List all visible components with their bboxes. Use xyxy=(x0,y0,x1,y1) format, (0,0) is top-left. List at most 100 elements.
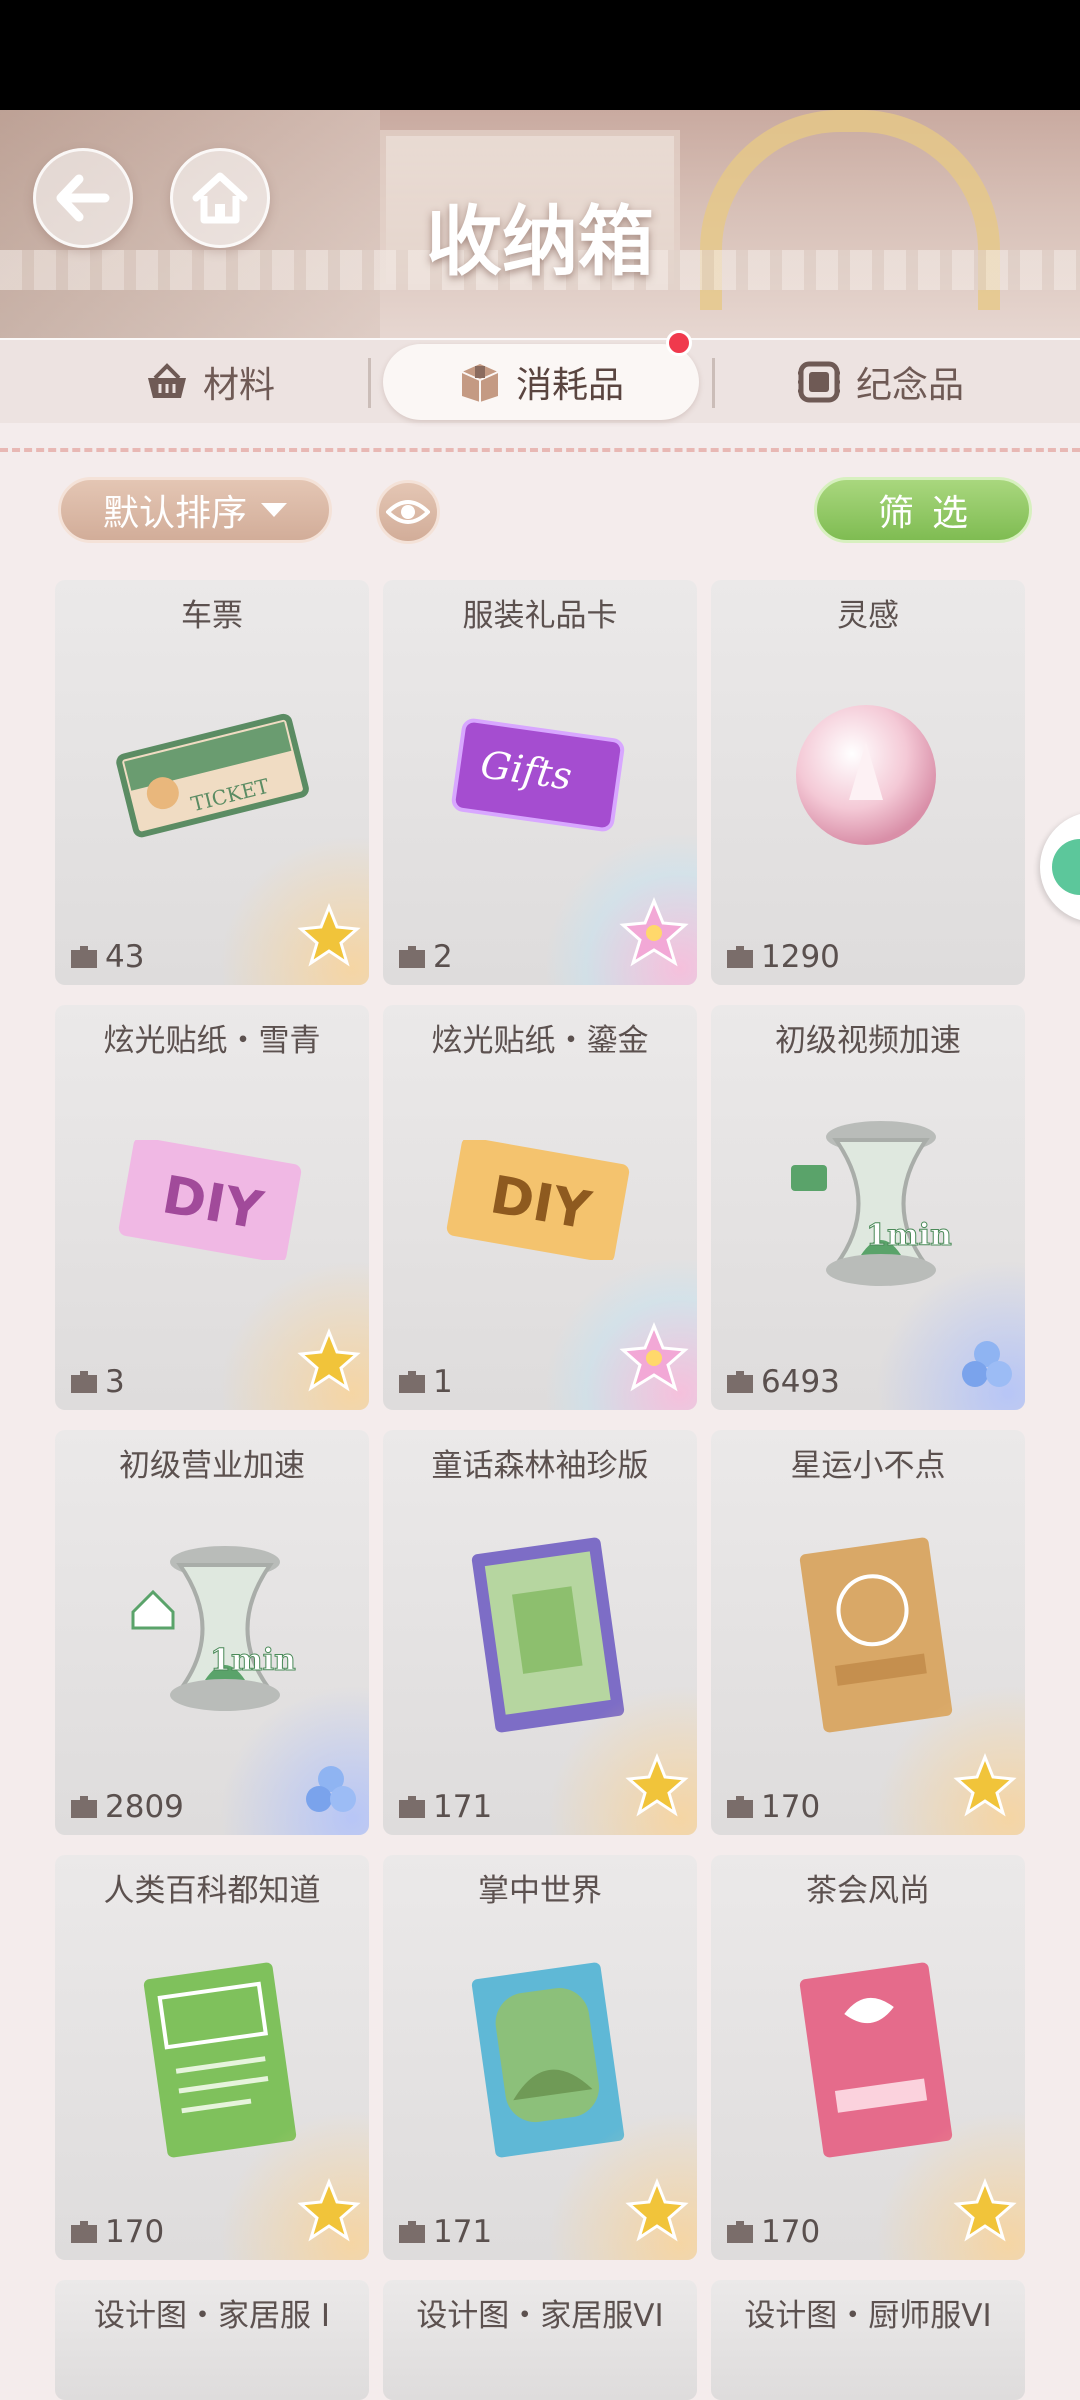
item-card[interactable]: 掌中世界 171 xyxy=(383,1855,697,2260)
chevron-down-icon xyxy=(261,503,287,517)
item-count: 170 xyxy=(725,1789,820,1825)
box-count-icon xyxy=(399,2221,425,2243)
gift-card-icon: Gifts xyxy=(451,718,625,832)
divider xyxy=(368,358,371,408)
item-name: 设计图・家居服VI xyxy=(416,2298,664,2334)
back-arrow-icon xyxy=(56,174,110,222)
item-card[interactable]: 设计图・家居服 I xyxy=(55,2280,369,2400)
box-count-icon xyxy=(399,946,425,968)
side-drawer-handle[interactable] xyxy=(1040,812,1080,922)
blue-gem-icon xyxy=(962,1341,1012,1387)
item-name: 灵感 xyxy=(837,598,899,634)
item-card[interactable]: 服装礼品卡 Gifts 2 xyxy=(383,580,697,985)
item-name: 星运小不点 xyxy=(790,1448,946,1484)
item-card[interactable]: 茶会风尚 170 xyxy=(711,1855,1025,2260)
item-count: 171 xyxy=(397,1789,492,1825)
box-count-icon xyxy=(727,946,753,968)
eye-icon xyxy=(386,500,430,524)
item-name: 炫光贴纸・雪青 xyxy=(103,1023,321,1059)
rainbow-star-icon xyxy=(619,897,689,967)
box-count-icon xyxy=(727,1371,753,1393)
item-card[interactable]: 设计图・家居服VI xyxy=(383,2280,697,2400)
box-count-icon xyxy=(399,1796,425,1818)
gold-star-icon xyxy=(953,1753,1017,1817)
ticket-icon: TICKET xyxy=(116,713,309,838)
item-card[interactable]: 车票 TICKET 43 xyxy=(55,580,369,985)
visibility-toggle[interactable] xyxy=(376,480,440,544)
item-count: 170 xyxy=(69,2214,164,2250)
item-name: 人类百科都知道 xyxy=(103,1873,321,1909)
time-label: 1min xyxy=(866,1218,952,1253)
tab-materials[interactable]: 材料 xyxy=(80,344,340,420)
item-name: 车票 xyxy=(181,598,243,634)
gold-star-icon xyxy=(953,2178,1017,2242)
box-count-icon xyxy=(71,946,97,968)
diy-sticker-icon: DIY xyxy=(446,1140,630,1260)
gold-star-icon xyxy=(625,1753,689,1817)
box-count-icon xyxy=(727,1796,753,1818)
item-card[interactable]: 初级视频加速 1min 6493 xyxy=(711,1005,1025,1410)
item-name: 掌中世界 xyxy=(478,1873,602,1909)
tab-souvenirs[interactable]: 纪念品 xyxy=(760,344,1000,420)
item-card[interactable]: 初级营业加速 1min 2809 xyxy=(55,1430,369,1835)
basket-icon xyxy=(147,363,186,398)
item-name: 初级视频加速 xyxy=(775,1023,961,1059)
badge-icon xyxy=(797,361,840,403)
item-count: 1290 xyxy=(725,939,840,975)
item-name: 初级营业加速 xyxy=(119,1448,305,1484)
box-count-icon xyxy=(71,1371,97,1393)
sort-dropdown[interactable]: 默认排序 xyxy=(58,477,332,543)
item-count: 170 xyxy=(725,2214,820,2250)
blue-gem-icon xyxy=(306,1766,356,1812)
filter-label: 筛选 xyxy=(877,493,986,534)
item-count: 3 xyxy=(69,1364,125,1400)
gold-star-icon xyxy=(297,1328,361,1392)
gold-star-icon xyxy=(297,2178,361,2242)
home-icon xyxy=(192,172,248,224)
tab-label: 材料 xyxy=(202,365,275,406)
item-name: 茶会风尚 xyxy=(806,1873,930,1909)
page-title: 收纳箱 xyxy=(426,197,654,286)
box-count-icon xyxy=(71,2221,97,2243)
category-tabbar: 材料 消耗品 纪念品 xyxy=(0,338,1080,423)
item-card[interactable]: 星运小不点 170 xyxy=(711,1430,1025,1835)
item-count: 1 xyxy=(397,1364,453,1400)
status-bar xyxy=(0,0,1080,110)
home-button[interactable] xyxy=(170,148,270,248)
item-count: 43 xyxy=(69,939,144,975)
item-name: 设计图・家居服 I xyxy=(94,2298,330,2334)
box-count-icon xyxy=(727,2221,753,2243)
item-card[interactable]: 人类百科都知道 170 xyxy=(55,1855,369,2260)
item-card[interactable]: 炫光贴纸・鎏金 DIY 1 xyxy=(383,1005,697,1410)
item-count: 2809 xyxy=(69,1789,184,1825)
tab-consumables[interactable]: 消耗品 xyxy=(383,344,699,420)
item-name: 童话森林袖珍版 xyxy=(431,1448,649,1484)
chat-icon xyxy=(1052,839,1080,895)
time-label: 1min xyxy=(210,1643,296,1678)
gold-star-icon xyxy=(297,903,361,967)
notification-dot xyxy=(666,330,692,356)
divider xyxy=(712,358,715,408)
item-count: 2 xyxy=(397,939,453,975)
box-count-icon xyxy=(399,1371,425,1393)
item-name: 服装礼品卡 xyxy=(462,598,618,634)
dashed-divider xyxy=(0,448,1080,452)
gold-star-icon xyxy=(625,2178,689,2242)
box-count-icon xyxy=(71,1796,97,1818)
back-button[interactable] xyxy=(33,148,133,248)
tab-label: 消耗品 xyxy=(515,365,624,406)
box-icon xyxy=(461,364,499,402)
item-card[interactable]: 灵感 1290 xyxy=(711,580,1025,985)
rainbow-star-icon xyxy=(619,1322,689,1392)
item-count: 171 xyxy=(397,2214,492,2250)
filter-button[interactable]: 筛选 xyxy=(814,477,1032,543)
item-name: 炫光贴纸・鎏金 xyxy=(431,1023,649,1059)
item-card[interactable]: 炫光贴纸・雪青 DIY 3 xyxy=(55,1005,369,1410)
tab-label: 纪念品 xyxy=(855,365,964,406)
inspiration-orb-icon xyxy=(796,705,936,845)
sort-label: 默认排序 xyxy=(102,493,247,534)
item-grid: 车票 TICKET 43 服装礼品卡 Gifts 2 灵感 1290 炫光贴纸・… xyxy=(55,580,1025,2400)
diy-sticker-icon: DIY xyxy=(118,1140,302,1260)
item-card[interactable]: 设计图・厨师服VI xyxy=(711,2280,1025,2400)
item-card[interactable]: 童话森林袖珍版 171 xyxy=(383,1430,697,1835)
